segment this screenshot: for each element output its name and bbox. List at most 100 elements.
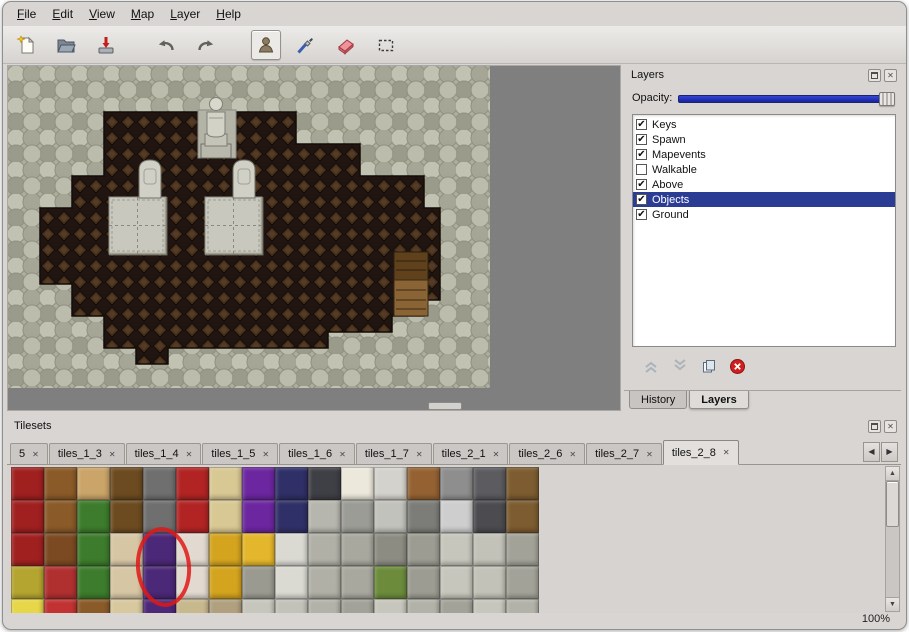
layer-row-mapevents[interactable]: ✔Mapevents bbox=[633, 147, 895, 162]
tileset-tile[interactable] bbox=[374, 500, 407, 533]
tileset-tile[interactable] bbox=[275, 500, 308, 533]
new-file-button[interactable] bbox=[11, 30, 41, 60]
tileset-tab-tiles_2_8[interactable]: tiles_2_8✕ bbox=[663, 440, 739, 465]
tileset-tile[interactable] bbox=[440, 467, 473, 500]
float-panel-icon[interactable] bbox=[868, 420, 881, 433]
duplicate-layer-button[interactable] bbox=[700, 358, 717, 375]
tileset-tab-tiles_1_4[interactable]: tiles_1_4✕ bbox=[126, 443, 202, 464]
tileset-tile[interactable] bbox=[77, 566, 110, 599]
tileset-tab-tiles_2_7[interactable]: tiles_2_7✕ bbox=[586, 443, 662, 464]
layer-row-spawn[interactable]: ✔Spawn bbox=[633, 132, 895, 147]
tileset-tile[interactable] bbox=[110, 533, 143, 566]
tab-close-icon[interactable]: ✕ bbox=[493, 450, 500, 459]
tileset-tile[interactable] bbox=[275, 467, 308, 500]
opacity-slider-handle[interactable] bbox=[879, 92, 895, 106]
tileset-tab-tiles_1_5[interactable]: tiles_1_5✕ bbox=[202, 443, 278, 464]
tileset-tile[interactable] bbox=[506, 533, 539, 566]
tileset-tile[interactable] bbox=[308, 566, 341, 599]
tileset-tab-tiles_2_6[interactable]: tiles_2_6✕ bbox=[509, 443, 585, 464]
layer-checkbox[interactable]: ✔ bbox=[636, 179, 647, 190]
tileset-tile[interactable] bbox=[44, 566, 77, 599]
layer-row-walkable[interactable]: Walkable bbox=[633, 162, 895, 177]
open-folder-button[interactable] bbox=[51, 30, 81, 60]
tab-close-icon[interactable]: ✕ bbox=[416, 450, 423, 459]
layer-checkbox[interactable]: ✔ bbox=[636, 119, 647, 130]
undo-button[interactable] bbox=[151, 30, 181, 60]
lower-layer-button[interactable] bbox=[671, 358, 688, 375]
tileset-tile[interactable] bbox=[440, 500, 473, 533]
stamp-tool-button[interactable] bbox=[251, 30, 281, 60]
float-panel-icon[interactable] bbox=[868, 69, 881, 82]
opacity-slider[interactable] bbox=[678, 95, 895, 103]
tileset-tile[interactable] bbox=[77, 500, 110, 533]
close-panel-icon[interactable]: ✕ bbox=[884, 69, 897, 82]
menu-item-view[interactable]: View bbox=[81, 4, 123, 24]
tileset-tile[interactable] bbox=[176, 500, 209, 533]
tileset-tile[interactable] bbox=[308, 533, 341, 566]
tileset-tile[interactable] bbox=[11, 467, 44, 500]
tileset-tile[interactable] bbox=[341, 566, 374, 599]
tileset-tile[interactable] bbox=[506, 566, 539, 599]
tileset-tile[interactable] bbox=[110, 566, 143, 599]
dock-tab-layers[interactable]: Layers bbox=[689, 391, 748, 409]
tileset-tile[interactable] bbox=[506, 500, 539, 533]
tileset-tile[interactable] bbox=[407, 500, 440, 533]
tileset-tile[interactable] bbox=[110, 500, 143, 533]
tileset-tile[interactable] bbox=[44, 467, 77, 500]
redo-button[interactable] bbox=[191, 30, 221, 60]
tileset-tile[interactable] bbox=[176, 467, 209, 500]
tileset-tile[interactable] bbox=[374, 533, 407, 566]
tileset-tab-tiles_1_3[interactable]: tiles_1_3✕ bbox=[49, 443, 125, 464]
tileset-tile[interactable] bbox=[77, 467, 110, 500]
layer-checkbox[interactable]: ✔ bbox=[636, 134, 647, 145]
menu-item-file[interactable]: File bbox=[9, 4, 44, 24]
tileset-tile[interactable] bbox=[242, 566, 275, 599]
scroll-down-arrow[interactable]: ▼ bbox=[886, 597, 899, 611]
tileset-tile[interactable] bbox=[176, 566, 209, 599]
tileset-tile[interactable] bbox=[374, 467, 407, 500]
layer-checkbox[interactable]: ✔ bbox=[636, 194, 647, 205]
tileset-tile[interactable] bbox=[440, 566, 473, 599]
tab-close-icon[interactable]: ✕ bbox=[186, 450, 193, 459]
tab-close-icon[interactable]: ✕ bbox=[109, 450, 116, 459]
map-hscroll-thumb[interactable] bbox=[428, 402, 462, 410]
eraser-tool-button[interactable] bbox=[331, 30, 361, 60]
tileset-tile[interactable] bbox=[473, 533, 506, 566]
tileset-tile[interactable] bbox=[275, 566, 308, 599]
layer-row-above[interactable]: ✔Above bbox=[633, 177, 895, 192]
menu-item-help[interactable]: Help bbox=[208, 4, 249, 24]
layer-checkbox[interactable]: ✔ bbox=[636, 209, 647, 220]
tileset-tile[interactable] bbox=[308, 467, 341, 500]
layer-row-ground[interactable]: ✔Ground bbox=[633, 207, 895, 222]
tab-close-icon[interactable]: ✕ bbox=[723, 448, 730, 457]
tileset-tile[interactable] bbox=[341, 533, 374, 566]
tileset-tile[interactable] bbox=[143, 500, 176, 533]
layer-checkbox[interactable] bbox=[636, 164, 647, 175]
tileset-tile[interactable] bbox=[143, 533, 176, 566]
tileset-tile[interactable] bbox=[209, 467, 242, 500]
close-panel-icon[interactable]: ✕ bbox=[884, 420, 897, 433]
save-button[interactable] bbox=[91, 30, 121, 60]
delete-layer-button[interactable] bbox=[729, 358, 746, 375]
layer-checkbox[interactable]: ✔ bbox=[636, 149, 647, 160]
tileset-tile[interactable] bbox=[209, 533, 242, 566]
tileset-tile[interactable] bbox=[275, 533, 308, 566]
scroll-up-arrow[interactable]: ▲ bbox=[886, 467, 899, 481]
select-tool-button[interactable] bbox=[371, 30, 401, 60]
tileset-tab-tiles_1_7[interactable]: tiles_1_7✕ bbox=[356, 443, 432, 464]
tileset-tab-tiles_1_6[interactable]: tiles_1_6✕ bbox=[279, 443, 355, 464]
tileset-tile[interactable] bbox=[176, 533, 209, 566]
menu-item-map[interactable]: Map bbox=[123, 4, 162, 24]
tileset-tile[interactable] bbox=[77, 533, 110, 566]
tileset-tab-5[interactable]: 5✕ bbox=[10, 443, 48, 464]
menu-item-edit[interactable]: Edit bbox=[44, 4, 81, 24]
menu-item-layer[interactable]: Layer bbox=[162, 4, 208, 24]
tileset-tile[interactable] bbox=[374, 566, 407, 599]
tileset-tile[interactable] bbox=[242, 467, 275, 500]
tileset-tile[interactable] bbox=[44, 533, 77, 566]
tileset-tile[interactable] bbox=[473, 566, 506, 599]
tileset-tile[interactable] bbox=[341, 467, 374, 500]
tileset-tile[interactable] bbox=[11, 533, 44, 566]
tileset-tile[interactable] bbox=[143, 566, 176, 599]
layer-row-keys[interactable]: ✔Keys bbox=[633, 117, 895, 132]
